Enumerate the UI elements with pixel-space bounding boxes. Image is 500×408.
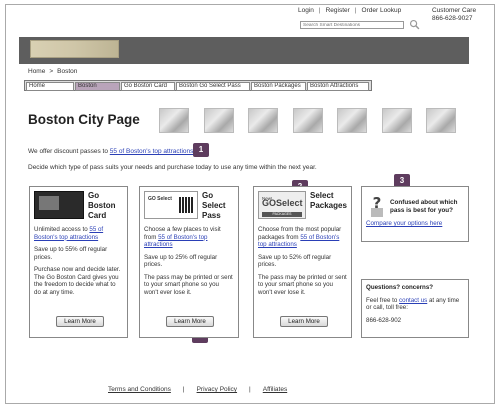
contact-heading: Questions? concerns?	[366, 284, 434, 291]
compare-options-panel: ? Confused about which pass is best for …	[361, 186, 469, 242]
customer-care-phone: 866-628-9027	[432, 15, 473, 22]
learn-more-button[interactable]: Learn More	[166, 316, 214, 327]
order-lookup-link[interactable]: Order Lookup	[362, 7, 402, 14]
learn-more-button[interactable]: Learn More	[56, 316, 104, 327]
separator: |	[354, 7, 357, 14]
intro-line-2: Decide which type of pass suits your nee…	[28, 164, 317, 171]
image-text: GO Select	[148, 196, 172, 202]
search-icon[interactable]	[409, 19, 420, 30]
intro-text: We offer discount passes to	[28, 148, 110, 155]
separator: |	[249, 386, 251, 393]
nav-bar: Home Boston Go Boston Card Boston Go Sel…	[24, 80, 372, 91]
compare-options-link[interactable]: Compare your options here	[366, 220, 442, 227]
card-text: Purchase now and decide later. The Go Bo…	[34, 266, 121, 296]
attraction-thumbnail[interactable]	[292, 108, 323, 133]
contact-phone: 866-628-902	[366, 316, 402, 324]
go-boston-card-panel: Go Boston Card Unlimited access to 55 of…	[29, 186, 128, 338]
compare-prompt: Confused about which pass is best for yo…	[390, 199, 458, 214]
select-packages-panel: New! GOSelect PACKAGES Select Packages C…	[253, 186, 352, 338]
tab-boston-attractions[interactable]: Boston Attractions	[307, 82, 369, 91]
contact-text: Feel free to	[366, 296, 400, 304]
card-savings: Save up to 55% off regular prices.	[34, 246, 108, 261]
svg-text:?: ?	[373, 194, 382, 212]
card-title: Go Select Pass	[202, 191, 226, 220]
attractions-link[interactable]: 55 of Boston's top attractions	[110, 148, 194, 155]
tab-go-select-pass[interactable]: Boston Go Select Pass	[176, 82, 250, 91]
breadcrumb-current: Boston	[57, 68, 78, 75]
breadcrumb-home[interactable]: Home	[28, 68, 45, 75]
select-packages-image: New! GOSelect PACKAGES	[258, 191, 306, 219]
attraction-thumbnail[interactable]	[337, 108, 367, 133]
customer-care-label[interactable]: Customer Care	[432, 7, 476, 15]
attraction-thumbnails	[159, 108, 471, 133]
card-title: Select Packages	[310, 191, 347, 210]
separator: |	[318, 7, 321, 14]
intro-line-1: We offer discount passes to 55 of Boston…	[28, 148, 193, 155]
attraction-thumbnail[interactable]	[159, 108, 189, 133]
card-text: Unlimited access to	[34, 226, 90, 233]
card-text: The pass may be printed or sent to your …	[258, 273, 347, 296]
go-boston-card-image	[34, 191, 84, 219]
callout-badge-1: 1	[193, 143, 209, 157]
attraction-thumbnail[interactable]	[381, 108, 412, 133]
tab-boston[interactable]: Boston	[75, 82, 120, 91]
page-title: Boston City Page	[28, 112, 140, 127]
card-text: The pass may be printed or sent to your …	[144, 273, 233, 296]
breadcrumb-separator: >	[49, 68, 54, 75]
go-select-pass-image: GO Select	[144, 191, 198, 219]
question-mark-icon: ?	[371, 194, 383, 217]
card-title: Go Boston Card	[88, 191, 116, 220]
card-savings: Save up to 25% off regular prices.	[144, 253, 218, 269]
search-input[interactable]	[300, 21, 404, 29]
attraction-thumbnail[interactable]	[426, 108, 456, 133]
learn-more-button[interactable]: Learn More	[280, 316, 328, 327]
tab-go-boston-card[interactable]: Go Boston Card	[121, 82, 175, 91]
contact-panel: Questions? concerns? Feel free to contac…	[361, 279, 469, 338]
tab-home[interactable]: Home	[26, 82, 74, 91]
utility-links: Login | Register | Order Lookup	[298, 7, 401, 14]
login-link[interactable]: Login	[298, 7, 314, 14]
card-savings: Save up to 52% off regular prices.	[258, 253, 332, 269]
footer-links: Terms and Conditions | Privacy Policy | …	[108, 386, 287, 393]
image-brand: GOSelect	[262, 198, 303, 208]
go-select-pass-panel: GO Select Go Select Pass Choose a few pl…	[139, 186, 239, 338]
separator: |	[182, 386, 185, 393]
breadcrumb: Home > Boston	[28, 68, 77, 75]
qr-code-icon	[179, 197, 193, 213]
image-band: PACKAGES	[262, 212, 302, 217]
affiliates-link[interactable]: Affiliates	[263, 386, 287, 393]
register-link[interactable]: Register	[326, 7, 350, 14]
tab-boston-packages[interactable]: Boston Packages	[251, 82, 306, 91]
privacy-link[interactable]: Privacy Policy	[197, 386, 237, 393]
attraction-thumbnail[interactable]	[248, 108, 278, 133]
customer-care: Customer Care 866-628-9027	[432, 7, 476, 23]
attraction-thumbnail[interactable]	[203, 108, 234, 133]
site-logo[interactable]	[30, 40, 119, 58]
terms-link[interactable]: Terms and Conditions	[108, 386, 171, 393]
contact-us-link[interactable]: contact us	[399, 297, 427, 304]
